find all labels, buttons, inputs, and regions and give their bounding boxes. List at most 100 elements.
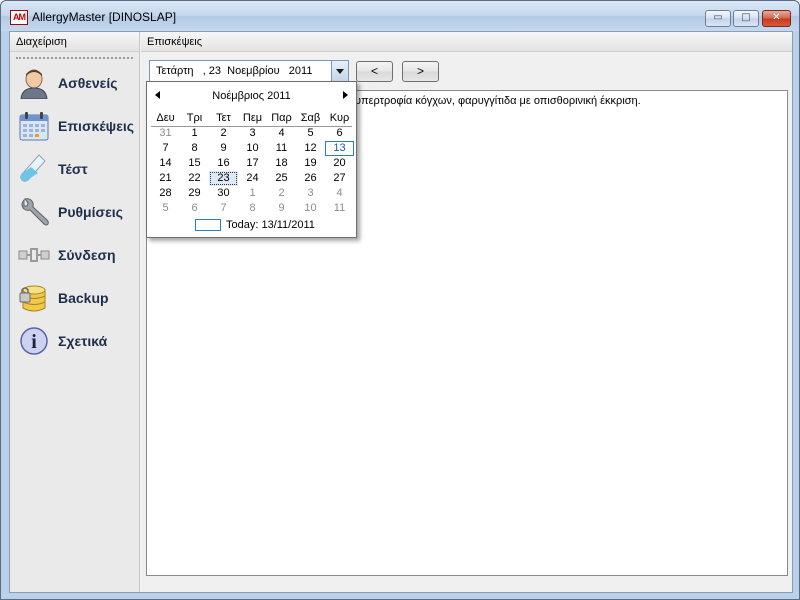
- window-title: AllergyMaster [DINOSLAP]: [32, 10, 177, 24]
- maximize-button[interactable]: □: [733, 10, 759, 27]
- today-label: Today: 13/11/2011: [226, 219, 315, 231]
- calendar-today-link[interactable]: Today: 13/11/2011: [195, 218, 315, 232]
- calendar-weekday-label: Τρι: [186, 112, 203, 124]
- sidebar-item-label: Backup: [58, 290, 109, 306]
- calendar-day[interactable]: 11: [267, 141, 296, 156]
- calendar-day[interactable]: 31: [151, 126, 180, 141]
- connection-icon: [18, 248, 50, 262]
- calendar-week-row: 14 15 16 17 18 19 20: [151, 156, 354, 171]
- title-bar[interactable]: AM AllergyMaster [DINOSLAP] ▭ □ ✕: [1, 1, 799, 31]
- calendar-day[interactable]: 1: [180, 126, 209, 141]
- patient-icon: [20, 69, 48, 99]
- previous-visit-button[interactable]: <: [356, 61, 393, 82]
- next-visit-button[interactable]: >: [402, 61, 439, 82]
- sidebar-separator: [16, 57, 133, 61]
- calendar-day[interactable]: 14: [151, 156, 180, 171]
- calendar-day[interactable]: 17: [238, 156, 267, 171]
- calendar-day[interactable]: 15: [180, 156, 209, 171]
- calendar-day[interactable]: 10: [238, 141, 267, 156]
- calendar-day[interactable]: 5: [151, 201, 180, 216]
- calendar-day[interactable]: 24: [238, 171, 267, 186]
- calendar-divider: [151, 126, 352, 127]
- calendar-day[interactable]: 2: [267, 186, 296, 201]
- calendar-weekday-label: Πεμ: [242, 112, 263, 124]
- calendar-week-row: 21 22 23 24 25 26 27: [151, 171, 354, 186]
- sidebar-item-visits[interactable]: Επισκέψεις: [18, 107, 138, 145]
- calendar-day[interactable]: 19: [296, 156, 325, 171]
- app-window: AM AllergyMaster [DINOSLAP] ▭ □ ✕ Διαχεί…: [0, 0, 800, 600]
- calendar-day[interactable]: 4: [267, 126, 296, 141]
- calendar-month-label[interactable]: Νοέμβριος 2011: [147, 90, 356, 102]
- info-icon: i: [20, 327, 48, 355]
- svg-text:i: i: [31, 331, 37, 353]
- sidebar-item-connection[interactable]: Σύνδεση: [18, 236, 138, 274]
- calendar-day[interactable]: 26: [296, 171, 325, 186]
- calendar-day[interactable]: 11: [325, 201, 354, 216]
- visit-notes-text: υπερτροφία κόγχων, φαρυγγίτιδα με οπισθο…: [355, 95, 641, 107]
- calendar-day[interactable]: 29: [180, 186, 209, 201]
- calendar-day[interactable]: 27: [325, 171, 354, 186]
- calendar-day[interactable]: 16: [209, 156, 238, 171]
- calendar-weekday-row: Δευ Τρι Τετ Πεμ Παρ Σαβ Κυρ: [151, 111, 354, 126]
- calendar-day[interactable]: 30: [209, 186, 238, 201]
- dropdown-arrow-icon[interactable]: [331, 61, 348, 81]
- calendar-day[interactable]: 28: [151, 186, 180, 201]
- wrench-icon: [21, 198, 49, 226]
- calendar-day[interactable]: 3: [238, 126, 267, 141]
- main-header: Επισκέψεις: [141, 32, 792, 52]
- calendar-day[interactable]: 21: [151, 171, 180, 186]
- calendar-weekday-label: Σαβ: [300, 112, 321, 124]
- close-button[interactable]: ✕: [762, 10, 791, 27]
- test-tube-icon: [20, 154, 46, 182]
- sidebar-item-label: Ασθενείς: [58, 75, 118, 91]
- calendar-weekday-label: Κυρ: [329, 112, 350, 124]
- calendar-day[interactable]: 9: [209, 141, 238, 156]
- sidebar-item-label: Σύνδεση: [58, 247, 116, 263]
- calendar-day[interactable]: 1: [238, 186, 267, 201]
- calendar-weekday-label: Δευ: [156, 112, 175, 124]
- sidebar-item-settings[interactable]: Ρυθμίσεις: [18, 193, 138, 231]
- calendar-day[interactable]: 20: [325, 156, 354, 171]
- visit-date-picker[interactable]: Τετάρτη , 23 Νοεμβρίου 2011: [149, 60, 349, 82]
- calendar-day[interactable]: 9: [267, 201, 296, 216]
- calendar-day-today[interactable]: 13: [325, 141, 354, 156]
- calendar-day[interactable]: 6: [180, 201, 209, 216]
- sidebar-item-backup[interactable]: Backup: [18, 279, 138, 317]
- sidebar-item-tests[interactable]: Τέστ: [18, 150, 138, 188]
- sidebar: Διαχείριση Ασθενείς Επισκέψεις Τέστ Ρυθμ…: [10, 32, 140, 592]
- calendar-day-selected[interactable]: 23: [209, 171, 238, 186]
- sidebar-item-label: Επισκέψεις: [58, 118, 135, 134]
- sidebar-item-label: Ρυθμίσεις: [58, 204, 123, 220]
- today-marker-icon: [195, 219, 221, 231]
- calendar-day[interactable]: 6: [325, 126, 354, 141]
- calendar-day[interactable]: 5: [296, 126, 325, 141]
- minimize-button[interactable]: ▭: [705, 10, 731, 27]
- calendar-week-row: 31 1 2 3 4 5 6: [151, 126, 354, 141]
- calendar-next-month-icon[interactable]: [343, 91, 348, 99]
- calendar-day[interactable]: 10: [296, 201, 325, 216]
- sidebar-item-about[interactable]: i Σχετικά: [18, 322, 138, 360]
- calendar-day[interactable]: 7: [151, 141, 180, 156]
- calendar-week-row: 28 29 30 1 2 3 4: [151, 186, 354, 201]
- calendar-week-row: 5 6 7 8 9 10 11: [151, 201, 354, 216]
- database-icon: [19, 285, 46, 312]
- sidebar-item-patients[interactable]: Ασθενείς: [18, 64, 138, 102]
- calendar-day[interactable]: 18: [267, 156, 296, 171]
- calendar-weekday-label: Παρ: [271, 112, 292, 124]
- calendar-day[interactable]: 2: [209, 126, 238, 141]
- calendar-week-row: 7 8 9 10 11 12 13: [151, 141, 354, 156]
- calendar-day[interactable]: 8: [238, 201, 267, 216]
- calendar-day[interactable]: 7: [209, 201, 238, 216]
- client-area: Διαχείριση Ασθενείς Επισκέψεις Τέστ Ρυθμ…: [9, 31, 793, 593]
- calendar-day[interactable]: 8: [180, 141, 209, 156]
- calendar-day[interactable]: 22: [180, 171, 209, 186]
- calendar-day[interactable]: 25: [267, 171, 296, 186]
- calendar-day[interactable]: 3: [296, 186, 325, 201]
- app-logo-icon: AM: [10, 10, 28, 25]
- calendar-day[interactable]: 4: [325, 186, 354, 201]
- date-picker-calendar: Νοέμβριος 2011 Δευ Τρι Τετ Πεμ Παρ Σαβ Κυρ 31 1 2…: [146, 81, 357, 238]
- calendar-day[interactable]: 12: [296, 141, 325, 156]
- sidebar-item-label: Σχετικά: [58, 333, 108, 349]
- calendar-header: Νοέμβριος 2011: [147, 88, 356, 104]
- sidebar-item-label: Τέστ: [58, 161, 88, 177]
